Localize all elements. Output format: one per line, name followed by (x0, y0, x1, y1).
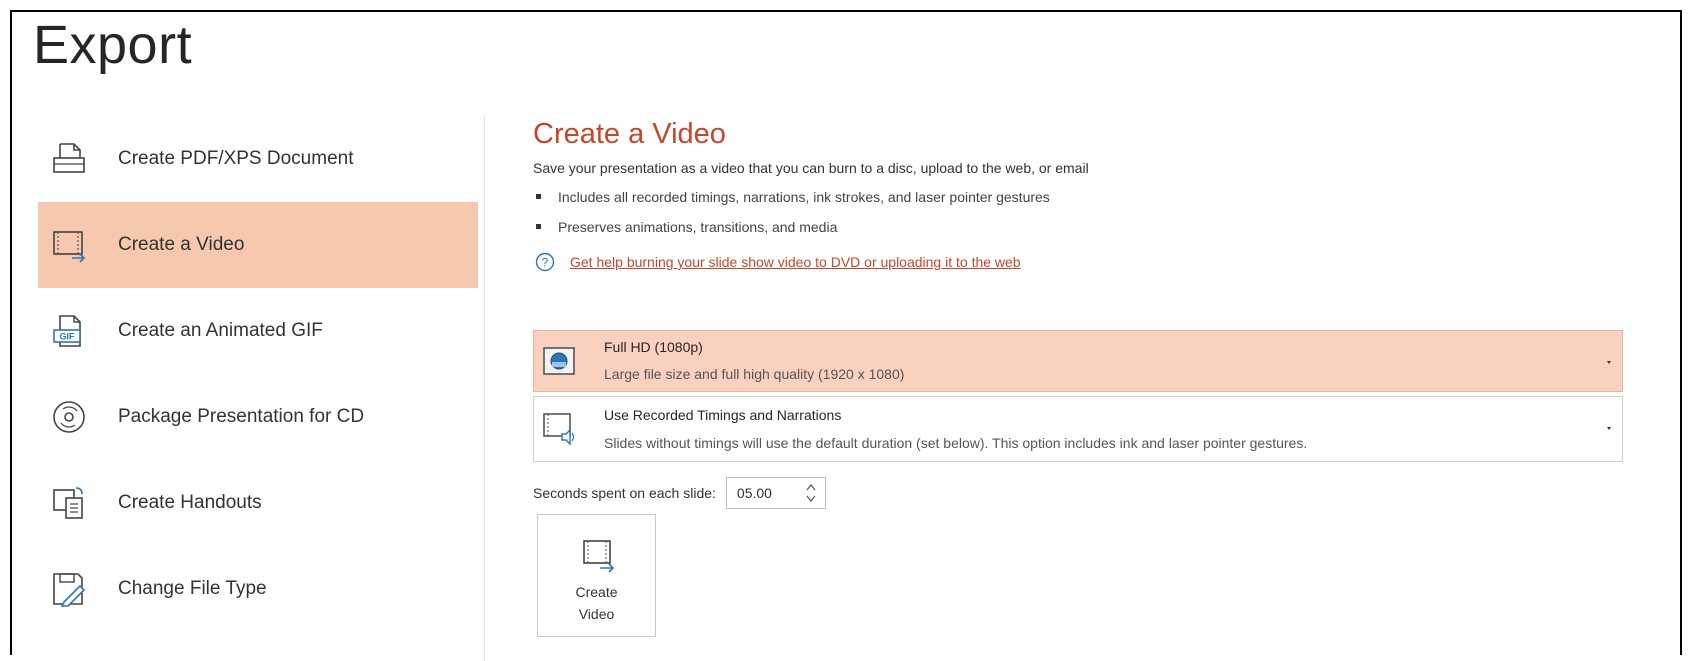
change-file-type-icon (53, 573, 86, 607)
sidebar-item-create-handouts[interactable]: Create Handouts (38, 460, 478, 546)
create-video-pane: Create a Video Save your presentation as… (533, 118, 1633, 274)
timings-dropdown[interactable]: Use Recorded Timings and Narrations Slid… (533, 396, 1623, 462)
create-video-label-line1: Create (575, 584, 618, 600)
gif-icon: GIF (53, 315, 81, 347)
sidebar-item-label: Create Handouts (118, 492, 262, 513)
help-icon: ? (535, 252, 555, 272)
feature-list: Includes all recorded timings, narration… (533, 182, 1633, 242)
sidebar-item-label: Package Presentation for CD (118, 406, 365, 427)
quality-subtitle: Large file size and full high quality (1… (604, 366, 905, 382)
sidebar-item-create-pdf[interactable]: Create PDF/XPS Document (38, 116, 478, 202)
sidebar-item-package-cd[interactable]: Package Presentation for CD (38, 374, 478, 460)
seconds-stepper[interactable] (725, 477, 826, 509)
seconds-label: Seconds spent on each slide: (533, 485, 716, 501)
sidebar-item-change-file-type[interactable]: Change File Type (38, 546, 478, 632)
sidebar-item-label: Change File Type (118, 578, 267, 599)
seconds-row: Seconds spent on each slide: (533, 476, 826, 510)
svg-text:?: ? (542, 256, 549, 270)
video-quality-dropdown[interactable]: Full HD (1080p) Large file size and full… (533, 330, 1623, 392)
pdf-document-icon (53, 143, 85, 173)
create-video-label: Create Video (538, 581, 655, 625)
list-item: Preserves animations, transitions, and m… (533, 212, 1633, 242)
spin-arrows-icon[interactable] (805, 482, 817, 504)
create-video-label-line2: Video (578, 606, 615, 622)
timings-title: Use Recorded Timings and Narrations (604, 407, 842, 423)
handouts-icon (53, 487, 83, 519)
list-item: Includes all recorded timings, narration… (533, 182, 1633, 212)
help-link[interactable]: Get help burning your slide show video t… (570, 254, 1021, 270)
chevron-down-icon (1607, 361, 1611, 364)
sidebar-item-label: Create PDF/XPS Document (118, 148, 354, 169)
video-icon (53, 231, 86, 263)
export-sidebar: Create PDF/XPS Document Create a Video G… (38, 116, 478, 632)
page-title: Export (33, 15, 193, 75)
chevron-down-icon (1607, 427, 1611, 430)
timings-subtitle: Slides without timings will use the defa… (604, 435, 1308, 451)
sidebar-item-create-video[interactable]: Create a Video (38, 202, 478, 288)
seconds-input[interactable] (726, 478, 799, 508)
sidebar-item-label: Create an Animated GIF (118, 320, 323, 341)
section-description: Save your presentation as a video that y… (533, 160, 1089, 176)
video-icon (583, 540, 615, 573)
sidebar-item-label: Create a Video (118, 234, 245, 255)
recorded-timings-icon (543, 413, 575, 446)
cd-icon (53, 401, 85, 433)
panel-divider (484, 116, 485, 661)
monitor-quality-icon (543, 347, 575, 375)
create-video-button[interactable]: Create Video (537, 514, 656, 637)
svg-text:GIF: GIF (60, 332, 76, 342)
quality-title: Full HD (1080p) (604, 339, 703, 355)
section-title: Create a Video (533, 118, 726, 150)
help-row: ? Get help burning your slide show video… (533, 250, 1633, 274)
sidebar-item-create-gif[interactable]: GIF Create an Animated GIF (38, 288, 478, 374)
